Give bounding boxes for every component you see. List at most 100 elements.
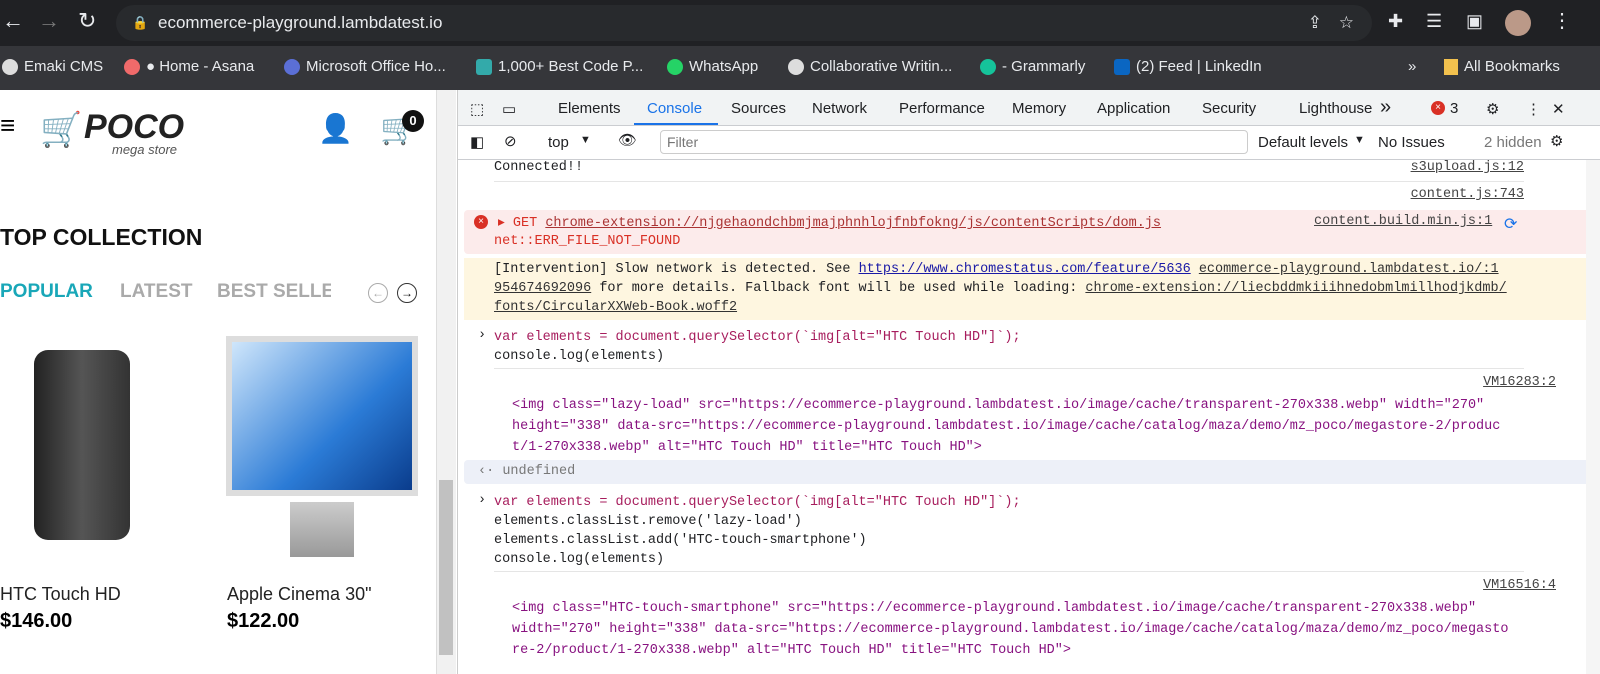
more-bookmarks[interactable]: » xyxy=(1408,58,1416,75)
input-prompt-icon: › xyxy=(478,328,487,343)
avatar[interactable] xyxy=(1505,10,1531,36)
product-price: $146.00 xyxy=(0,610,73,632)
globe-icon xyxy=(788,58,804,75)
bookmark[interactable]: ● Home - Asana xyxy=(124,58,254,75)
product-name[interactable]: HTC Touch HD xyxy=(0,584,121,605)
next-arrow-icon[interactable]: → xyxy=(397,283,417,303)
bookmark[interactable]: (2) Feed | LinkedIn xyxy=(1114,58,1262,75)
forward-icon[interactable]: → xyxy=(38,8,60,34)
inspect-icon[interactable]: ⬚ xyxy=(470,100,484,118)
prev-arrow-icon[interactable]: ← xyxy=(368,283,388,303)
tab-best-seller[interactable]: BEST SELLE xyxy=(217,281,331,303)
tab-lighthouse[interactable]: Lighthouse xyxy=(1299,100,1372,117)
tab-security[interactable]: Security xyxy=(1202,100,1256,117)
context-select[interactable]: top xyxy=(548,134,569,151)
bookmark[interactable]: - Grammarly xyxy=(980,58,1085,75)
product-image-htc[interactable] xyxy=(34,350,130,540)
divider xyxy=(494,368,1524,369)
tab-console[interactable]: Console xyxy=(647,100,702,117)
tab-latest[interactable]: LATEST xyxy=(120,281,192,303)
sidebar-toggle-icon[interactable]: ◧ xyxy=(470,133,484,151)
clear-console-icon[interactable]: ⊘ xyxy=(504,132,517,150)
bookmark[interactable]: Emaki CMS xyxy=(2,58,103,75)
bookmark[interactable]: WhatsApp xyxy=(667,58,758,75)
source-link[interactable]: content.js:743 xyxy=(1411,187,1524,202)
error-icon: × xyxy=(474,215,488,229)
product-name[interactable]: Apple Cinema 30" xyxy=(227,584,371,605)
console-settings-icon[interactable]: ⚙ xyxy=(1550,132,1563,150)
scrollbar-thumb[interactable] xyxy=(439,480,453,655)
cart-logo-icon: 🛒 xyxy=(40,111,83,149)
devtools-panel: ⬚ ▭ Elements Console Sources Network Per… xyxy=(457,90,1600,674)
tab-performance[interactable]: Performance xyxy=(899,100,985,117)
settings-icon[interactable]: ⚙ xyxy=(1486,100,1499,118)
source-link[interactable]: VM16283:2 xyxy=(1483,375,1556,390)
console-output: <img class="lazy-load" src="https://ecom… xyxy=(512,398,1501,455)
console-input: var elements = document.querySelector(`i… xyxy=(494,495,1021,567)
bookmark[interactable]: Collaborative Writin... xyxy=(788,58,952,75)
error-message: × ▸ GET chrome-extension://njgehaondchbm… xyxy=(464,210,1600,254)
sidepanel-icon[interactable]: ▣ xyxy=(1466,11,1483,32)
tab-elements[interactable]: Elements xyxy=(558,100,621,117)
console-scrollbar[interactable] xyxy=(1586,160,1600,674)
tab-network[interactable]: Network xyxy=(812,100,867,117)
address-bar[interactable]: 🔒 ecommerce-playground.lambdatest.io ⇪ ☆ xyxy=(116,5,1372,41)
bookmarks-bar: Emaki CMS ● Home - Asana Microsoft Offic… xyxy=(0,46,1600,90)
active-tab-indicator xyxy=(634,123,718,125)
divider xyxy=(494,571,1524,572)
hidden-count: 2 hidden xyxy=(1484,134,1542,151)
section-title: TOP COLLECTION xyxy=(0,224,203,250)
error-icon[interactable]: × xyxy=(1431,101,1445,115)
menu-icon[interactable]: ⋮ xyxy=(1552,8,1572,33)
more-options-icon[interactable]: ⋮ xyxy=(1526,100,1541,118)
asana-icon xyxy=(124,58,140,75)
issues-button[interactable]: No Issues xyxy=(1378,134,1445,151)
star-icon[interactable]: ☆ xyxy=(1339,5,1354,41)
account-icon[interactable]: 👤 xyxy=(318,112,353,145)
error-url[interactable]: chrome-extension://njgehaondchbmjmajphnh… xyxy=(545,216,1161,231)
link[interactable]: ecommerce-playground.lambdatest.io/:1 xyxy=(1199,262,1499,277)
grammarly-icon xyxy=(980,58,996,75)
tab-memory[interactable]: Memory xyxy=(1012,100,1066,117)
link[interactable]: https://www.chromestatus.com/feature/563… xyxy=(859,262,1191,277)
extensions-icon[interactable]: ✚ xyxy=(1388,11,1403,32)
globe-icon xyxy=(2,58,18,75)
web-page: ≡ 🛒 POCO mega store 👤 🛒 0 TOP COLLECTION… xyxy=(0,90,436,674)
product-image-apple-cinema[interactable] xyxy=(226,336,418,496)
hamburger-icon[interactable]: ≡ xyxy=(0,112,15,138)
return-value: ‹· undefined xyxy=(464,460,1600,484)
dropdown-icon[interactable]: ▼ xyxy=(580,134,591,146)
live-expression-icon[interactable]: 👁 xyxy=(618,131,637,149)
source-link[interactable]: s3upload.js:12 xyxy=(1411,160,1524,175)
back-icon[interactable]: ← xyxy=(2,8,24,34)
reload-icon[interactable]: ↻ xyxy=(78,8,96,34)
device-toolbar-icon[interactable]: ▭ xyxy=(502,100,516,118)
share-icon[interactable]: ⇪ xyxy=(1308,5,1322,41)
link[interactable]: fonts/CircularXXWeb-Book.woff2 xyxy=(494,300,737,315)
dropdown-icon: ▼ xyxy=(1354,134,1365,146)
bookmark[interactable]: 1,000+ Best Code P... xyxy=(476,58,643,75)
media-icon[interactable]: ☰ xyxy=(1426,11,1442,32)
logo[interactable]: 🛒 POCO mega store xyxy=(40,108,184,157)
input-prompt-icon: › xyxy=(478,493,487,508)
log-levels-select[interactable]: Default levels xyxy=(1258,134,1348,151)
filter-input[interactable] xyxy=(660,130,1248,154)
source-link[interactable]: content.build.min.js:1 xyxy=(1314,214,1492,229)
office-icon xyxy=(284,58,300,75)
source-link[interactable]: VM16516:4 xyxy=(1483,578,1556,593)
tab-popular[interactable]: POPULAR xyxy=(0,281,93,303)
link[interactable]: chrome-extension://liecbddmkiiihnedobmlm… xyxy=(1085,281,1506,296)
devtools-tabs: ⬚ ▭ Elements Console Sources Network Per… xyxy=(458,90,1600,126)
folder-icon xyxy=(1444,58,1458,75)
more-tabs[interactable]: » xyxy=(1380,96,1391,119)
product-price: $122.00 xyxy=(227,610,300,632)
linkedin-icon xyxy=(1114,58,1130,75)
tab-application[interactable]: Application xyxy=(1097,100,1170,117)
error-count[interactable]: 3 xyxy=(1450,100,1458,117)
bookmark[interactable]: Microsoft Office Ho... xyxy=(284,58,446,75)
all-bookmarks[interactable]: All Bookmarks xyxy=(1444,58,1560,75)
close-icon[interactable]: ✕ xyxy=(1552,100,1565,118)
monitor-stand xyxy=(290,502,354,557)
tab-sources[interactable]: Sources xyxy=(731,100,786,117)
sync-icon: ⟳ xyxy=(1504,216,1518,233)
